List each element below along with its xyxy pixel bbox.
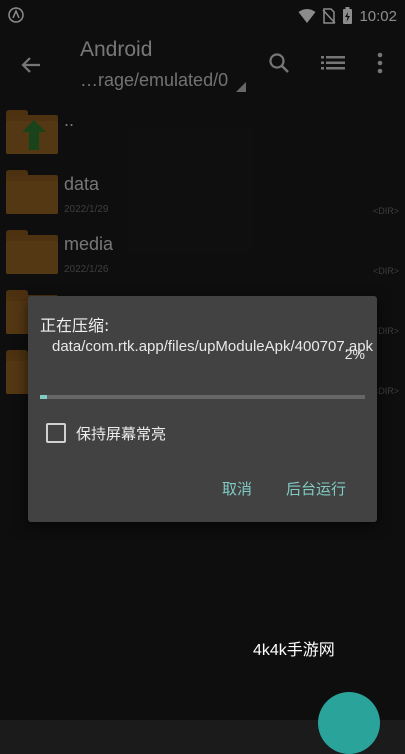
watermark: 4k4k手游网 [253, 642, 335, 659]
cancel-button[interactable]: 取消 [222, 478, 252, 499]
run-in-background-button[interactable]: 后台运行 [286, 478, 346, 499]
dialog-title: 正在压缩: [40, 316, 110, 335]
progress-bar-fill [40, 395, 47, 399]
progress-percent: 2% [344, 346, 365, 362]
keep-screen-on-option[interactable]: 保持屏幕常亮 [46, 420, 166, 446]
floating-action-button[interactable] [318, 692, 380, 754]
compress-file-path: data/com.rtk.app/files/upModuleApk/40070… [52, 338, 374, 355]
compress-progress-dialog: 正在压缩: data/com.rtk.app/files/upModuleApk… [28, 296, 377, 522]
keep-screen-on-checkbox[interactable] [46, 423, 66, 443]
keep-screen-on-label: 保持屏幕常亮 [76, 424, 167, 443]
progress-bar [40, 395, 365, 399]
